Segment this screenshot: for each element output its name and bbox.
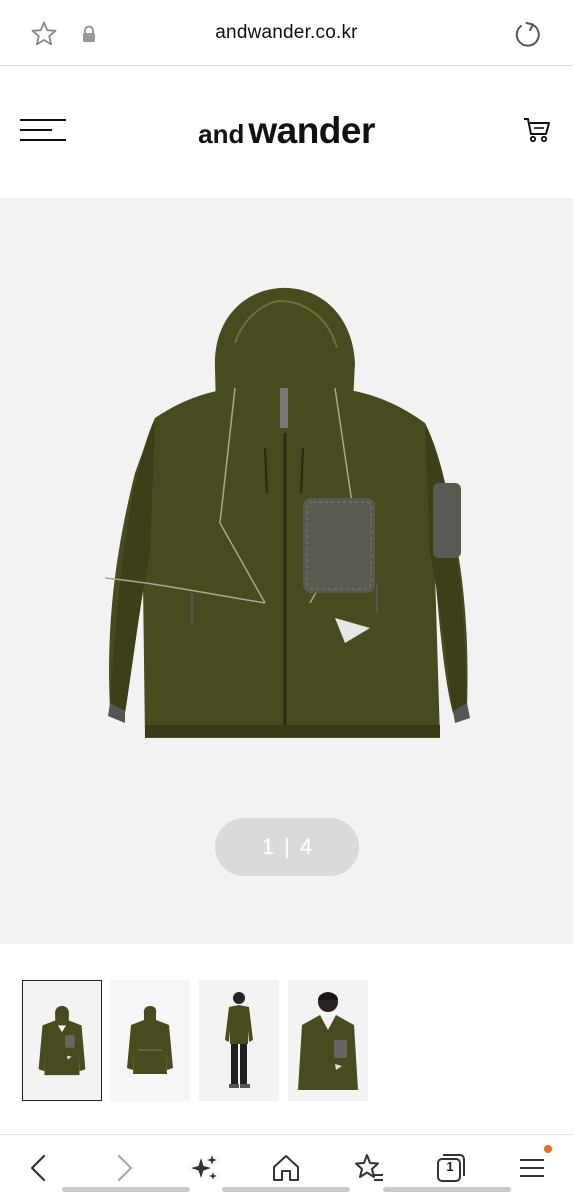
pager-total: 4 [299,834,313,859]
forward-icon[interactable] [107,1151,141,1185]
site-logo[interactable]: and wander [0,110,573,152]
logo-wander-text: wander [248,110,375,151]
reload-icon[interactable] [513,19,543,49]
gesture-indicator [222,1187,350,1192]
cart-icon[interactable] [522,116,552,144]
site-header: and wander [0,66,573,198]
home-icon[interactable] [269,1151,303,1185]
thumbnail-image [38,1005,86,1076]
pager-separator: | [284,834,290,859]
tabs-icon[interactable]: 1 [433,1151,467,1185]
thumbnail-jacket-back[interactable] [110,980,190,1101]
menu-icon[interactable] [515,1151,549,1185]
thumbnail-model-full[interactable] [199,980,279,1101]
product-jacket-image [104,287,470,738]
logo-and-text: and [198,119,245,149]
url-text[interactable]: andwander.co.kr [0,22,573,44]
back-icon[interactable] [22,1151,56,1185]
gesture-indicator [62,1187,190,1192]
product-image-carousel[interactable]: 1 | 4 [0,198,573,944]
thumbnail-strip [0,944,573,1132]
thumbnail-image [298,992,358,1090]
browser-address-bar: andwander.co.kr [0,0,573,66]
thumbnail-image [127,1006,173,1074]
thumbnail-model-upper[interactable] [288,980,368,1101]
thumbnail-jacket-front[interactable] [22,980,102,1101]
sparkle-icon[interactable] [187,1151,221,1185]
notification-dot [544,1145,552,1153]
thumbnail-image [225,992,253,1088]
pager-current: 1 [261,834,275,859]
tabs-count: 1 [446,1159,454,1174]
favorites-icon[interactable] [352,1151,386,1185]
gesture-indicator [383,1187,511,1192]
image-pager-badge: 1 | 4 [215,818,359,876]
